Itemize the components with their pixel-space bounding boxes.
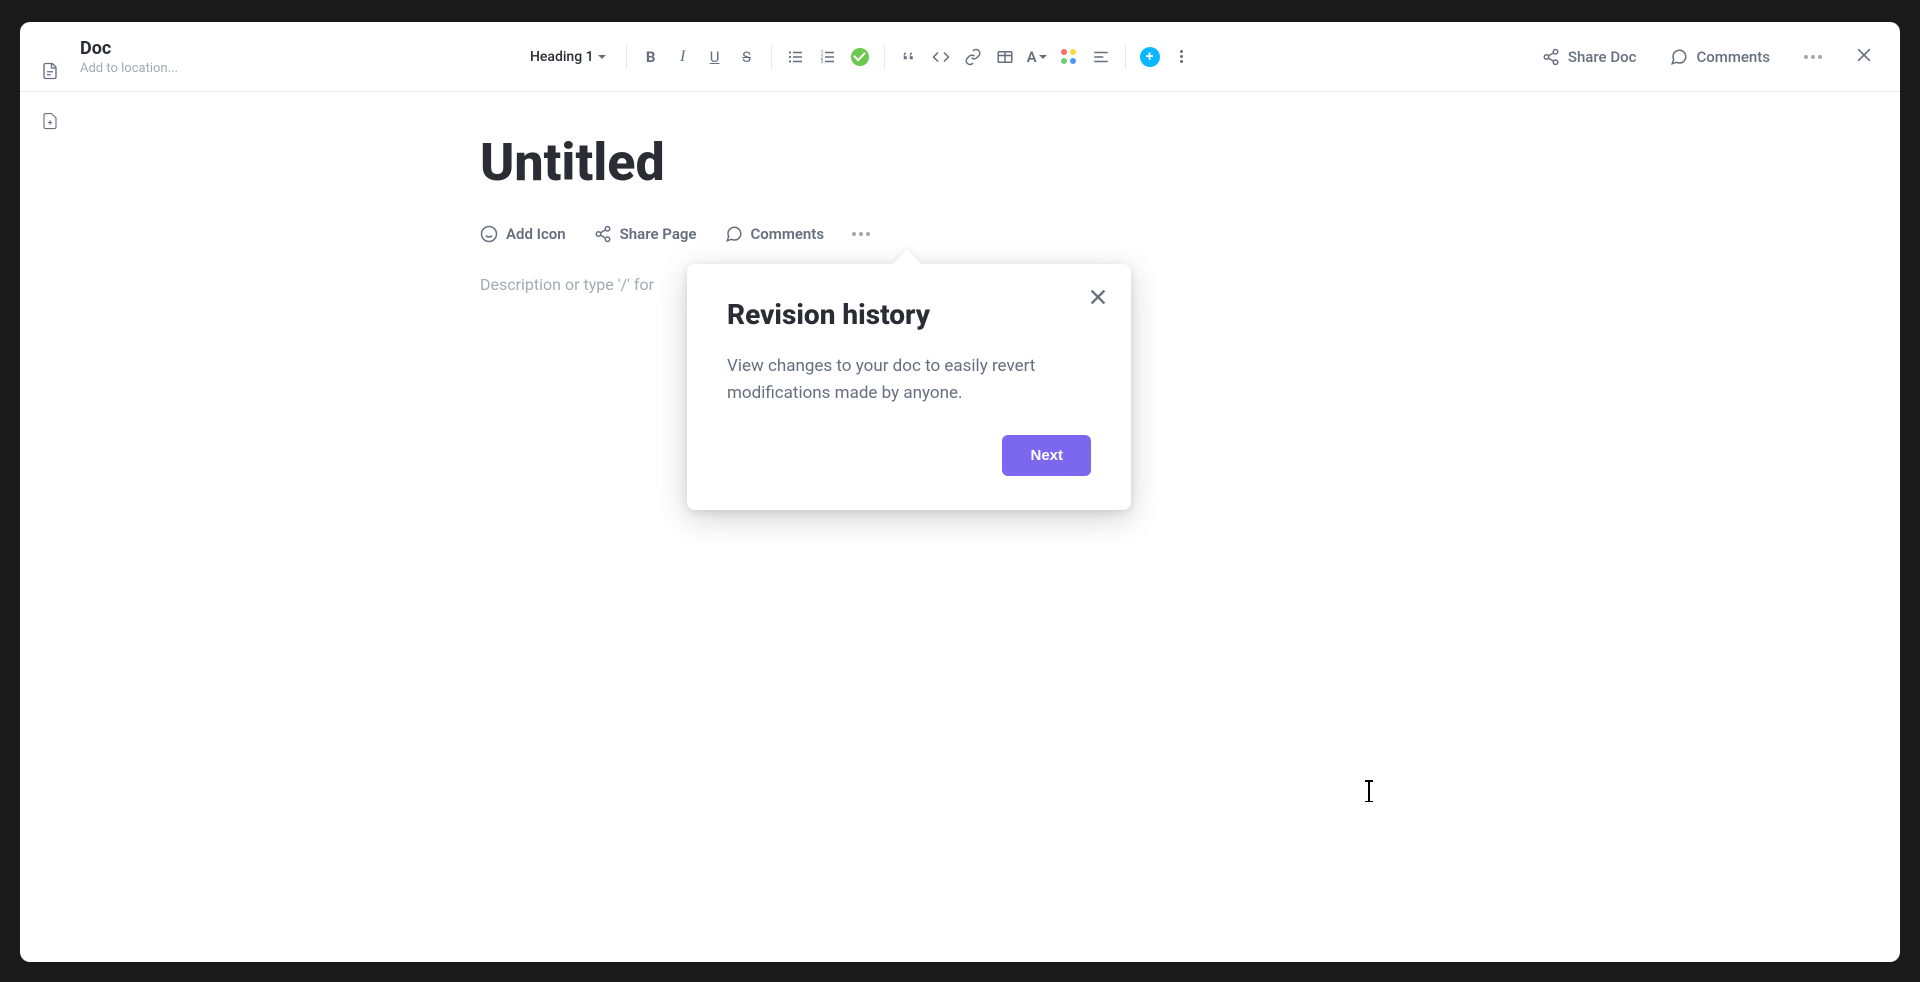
share-page-button[interactable]: Share Page [594, 225, 697, 243]
smiley-icon [480, 225, 498, 243]
color-dots-icon [1061, 49, 1077, 65]
add-icon-button[interactable]: Add Icon [480, 225, 566, 243]
divider [771, 45, 772, 69]
italic-button[interactable]: I [669, 43, 697, 71]
revision-history-popover: Revision history View changes to your do… [687, 264, 1131, 510]
page-comments-button[interactable]: Comments [725, 225, 825, 243]
numbered-list-button[interactable]: 123 [814, 43, 842, 71]
more-horizontal-icon [1804, 55, 1822, 59]
close-button[interactable] [1848, 39, 1880, 75]
doc-indicator-icon[interactable] [41, 62, 59, 84]
strikethrough-button[interactable]: S [733, 43, 761, 71]
plus-icon: + [1140, 47, 1160, 67]
chevron-down-icon [1039, 55, 1047, 59]
doc-header: Doc Add to location... [80, 38, 230, 76]
check-icon [851, 48, 869, 66]
quote-button[interactable] [895, 43, 923, 71]
location-placeholder[interactable]: Add to location... [80, 61, 230, 76]
comment-icon [1670, 48, 1688, 66]
toolbar-right: Share Doc Comments [1534, 39, 1880, 75]
comments-button[interactable]: Comments [1662, 42, 1778, 72]
doc-title-label[interactable]: Doc [80, 38, 230, 59]
comments-label: Comments [1696, 48, 1770, 66]
doc-title[interactable]: Untitled [480, 132, 1900, 193]
heading-label: Heading 1 [530, 49, 594, 65]
bold-button[interactable]: B [637, 43, 665, 71]
highlight-color-button[interactable] [1055, 43, 1083, 71]
checklist-button[interactable] [846, 43, 874, 71]
page-comments-label: Comments [751, 225, 825, 243]
divider [1125, 45, 1126, 69]
page-actions: Add Icon Share Page Comments [480, 225, 1900, 243]
popover-close-button[interactable] [1087, 286, 1109, 312]
close-icon [1854, 45, 1874, 65]
bullet-list-button[interactable] [782, 43, 810, 71]
share-doc-label: Share Doc [1568, 48, 1637, 66]
left-sidebar [20, 22, 80, 962]
next-button[interactable]: Next [1002, 435, 1091, 476]
add-icon-label: Add Icon [506, 225, 566, 243]
close-icon [1087, 286, 1109, 308]
code-button[interactable] [927, 43, 955, 71]
more-options-button[interactable] [1168, 43, 1196, 71]
add-block-button[interactable]: + [1136, 43, 1164, 71]
divider [626, 45, 627, 69]
text-color-button[interactable]: A [1023, 43, 1051, 71]
link-button[interactable] [959, 43, 987, 71]
doc-content: Untitled Add Icon Share Page Comments De… [20, 92, 1900, 962]
formatting-toolbar: Heading 1 B I U S 123 [520, 43, 1196, 71]
more-vertical-icon [1180, 50, 1183, 63]
table-button[interactable] [991, 43, 1019, 71]
chevron-down-icon [598, 55, 606, 59]
doc-more-button[interactable] [1796, 49, 1830, 65]
share-page-label: Share Page [620, 225, 697, 243]
add-subpage-icon[interactable] [41, 112, 59, 134]
text-cursor-indicator [1368, 780, 1370, 802]
page-more-button[interactable] [852, 232, 870, 236]
doc-toolbar: Doc Add to location... Heading 1 B I U S… [20, 22, 1900, 92]
popover-actions: Next [727, 435, 1091, 476]
svg-text:3: 3 [820, 59, 823, 65]
share-icon [1542, 48, 1560, 66]
heading-dropdown[interactable]: Heading 1 [520, 43, 616, 71]
underline-button[interactable]: U [701, 43, 729, 71]
share-icon [594, 225, 612, 243]
comment-icon [725, 225, 743, 243]
popover-title: Revision history [727, 298, 1091, 331]
more-horizontal-icon [852, 232, 870, 236]
align-button[interactable] [1087, 43, 1115, 71]
popover-body: View changes to your doc to easily rever… [727, 353, 1091, 407]
divider [884, 45, 885, 69]
share-doc-button[interactable]: Share Doc [1534, 42, 1645, 72]
